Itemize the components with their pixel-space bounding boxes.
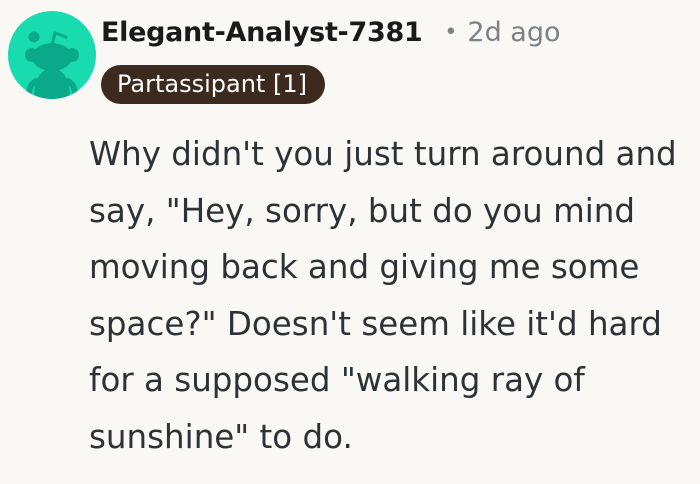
reddit-snoo-avatar-icon — [25, 31, 79, 99]
user-avatar[interactable] — [8, 11, 96, 99]
comment-body: Why didn't you just turn around and say,… — [89, 135, 677, 456]
timestamp-link[interactable]: 2d ago — [467, 17, 560, 48]
username-link[interactable]: Elegant-Analyst-7381 — [101, 17, 423, 48]
user-flair-badge: Partassipant [1] — [101, 65, 325, 104]
separator-dot: • — [444, 19, 458, 45]
comment-meta: Elegant-Analyst-7381 • 2d ago — [101, 10, 561, 54]
comment: Elegant-Analyst-7381 • 2d ago Partassipa… — [0, 0, 700, 484]
